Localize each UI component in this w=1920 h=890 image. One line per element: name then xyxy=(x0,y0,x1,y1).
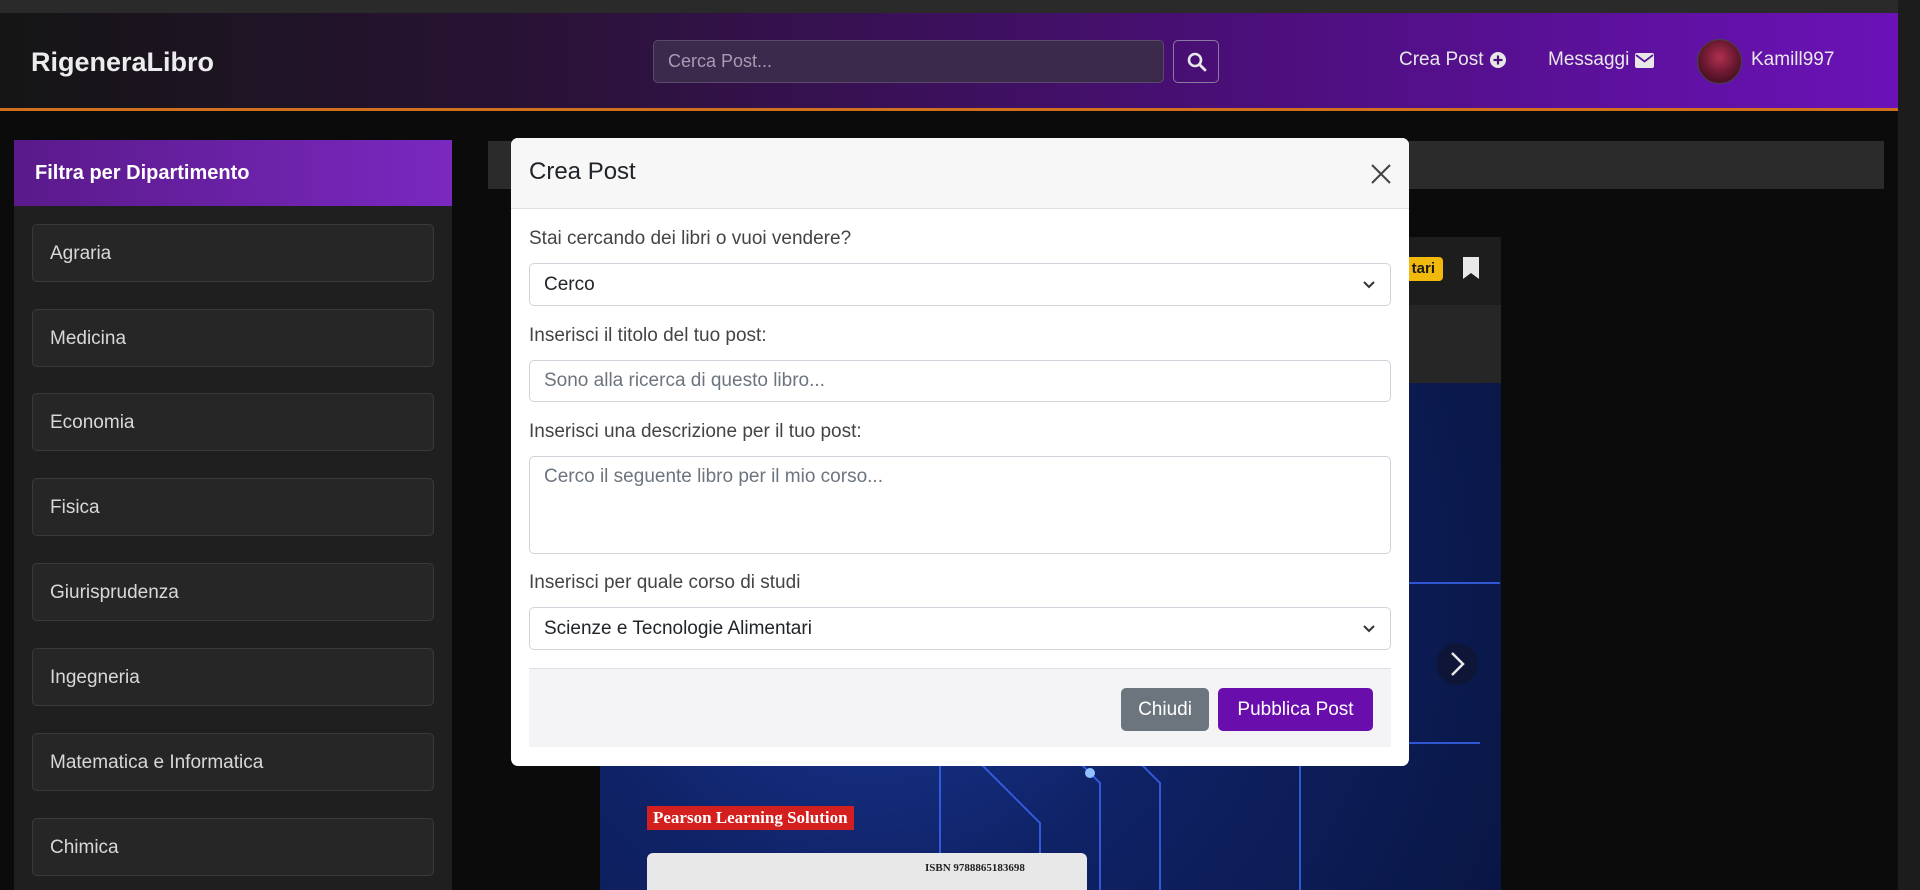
sidebar-item-agraria[interactable]: Agraria xyxy=(32,224,434,282)
brand-logo[interactable]: RigeneraLibro xyxy=(31,47,214,78)
sidebar-item-medicina[interactable]: Medicina xyxy=(32,309,434,367)
post-type-label: Stai cercando dei libri o vuoi vendere? xyxy=(529,228,852,249)
carousel-next-button[interactable] xyxy=(1436,643,1478,685)
post-title-label: Inserisci il titolo del tuo post: xyxy=(529,325,767,346)
sidebar-title: Filtra per Dipartimento xyxy=(14,140,452,206)
publish-post-button[interactable]: Pubblica Post xyxy=(1218,688,1373,731)
post-type-value: Cerco xyxy=(544,274,595,295)
right-gutter xyxy=(1898,0,1920,890)
post-description-textarea[interactable]: Cerco il seguente libro per il mio corso… xyxy=(529,456,1391,554)
plus-circle-icon xyxy=(1490,52,1507,68)
chevron-down-icon xyxy=(1363,281,1375,289)
close-icon[interactable] xyxy=(1368,161,1394,187)
bookmark-icon[interactable] xyxy=(1462,256,1480,280)
create-post-label: Crea Post xyxy=(1399,49,1484,70)
messages-label: Messaggi xyxy=(1548,49,1630,70)
sidebar-item-chimica[interactable]: Chimica xyxy=(32,818,434,876)
sidebar-item-matematica-informatica[interactable]: Matematica e Informatica xyxy=(32,733,434,791)
post-type-select[interactable]: Cerco xyxy=(529,263,1391,306)
chevron-down-icon xyxy=(1363,625,1375,633)
modal-title: Crea Post xyxy=(529,158,636,185)
avatar[interactable] xyxy=(1697,39,1742,84)
sidebar-item-giurisprudenza[interactable]: Giurisprudenza xyxy=(32,563,434,621)
post-title-input[interactable]: Sono alla ricerca di questo libro... xyxy=(529,360,1391,402)
book-cover-isbn: ISBN 9788865183698 xyxy=(925,862,1025,874)
top-strip xyxy=(0,0,1920,13)
create-post-link[interactable]: Crea Post xyxy=(1399,49,1507,71)
post-description-label: Inserisci una descrizione per il tuo pos… xyxy=(529,421,862,442)
navbar: RigeneraLibro Crea Post Messaggi Kamill9… xyxy=(0,13,1898,111)
sidebar-item-ingegneria[interactable]: Ingegneria xyxy=(32,648,434,706)
sidebar-item-economia[interactable]: Economia xyxy=(32,393,434,451)
search-button[interactable] xyxy=(1173,40,1219,83)
search-icon xyxy=(1187,52,1207,72)
create-post-modal: Crea Post Stai cercando dei libri o vuoi… xyxy=(511,138,1409,766)
search-input[interactable] xyxy=(653,40,1164,83)
book-cover-publisher-label: Pearson Learning Solution xyxy=(647,806,854,830)
modal-header xyxy=(511,138,1409,209)
sidebar-item-fisica[interactable]: Fisica xyxy=(32,478,434,536)
course-select[interactable]: Scienze e Tecnologie Alimentari xyxy=(529,607,1391,650)
chevron-right-icon xyxy=(1451,652,1465,676)
department-sidebar: Filtra per Dipartimento Agraria Medicina… xyxy=(14,140,452,890)
username-link[interactable]: Kamill997 xyxy=(1751,49,1834,71)
course-label: Inserisci per quale corso di studi xyxy=(529,572,801,593)
course-value: Scienze e Tecnologie Alimentari xyxy=(544,618,812,639)
messages-link[interactable]: Messaggi xyxy=(1548,49,1655,71)
envelope-icon xyxy=(1635,52,1655,68)
modal-footer: Chiudi Pubblica Post xyxy=(529,668,1391,747)
close-button[interactable]: Chiudi xyxy=(1121,688,1209,731)
